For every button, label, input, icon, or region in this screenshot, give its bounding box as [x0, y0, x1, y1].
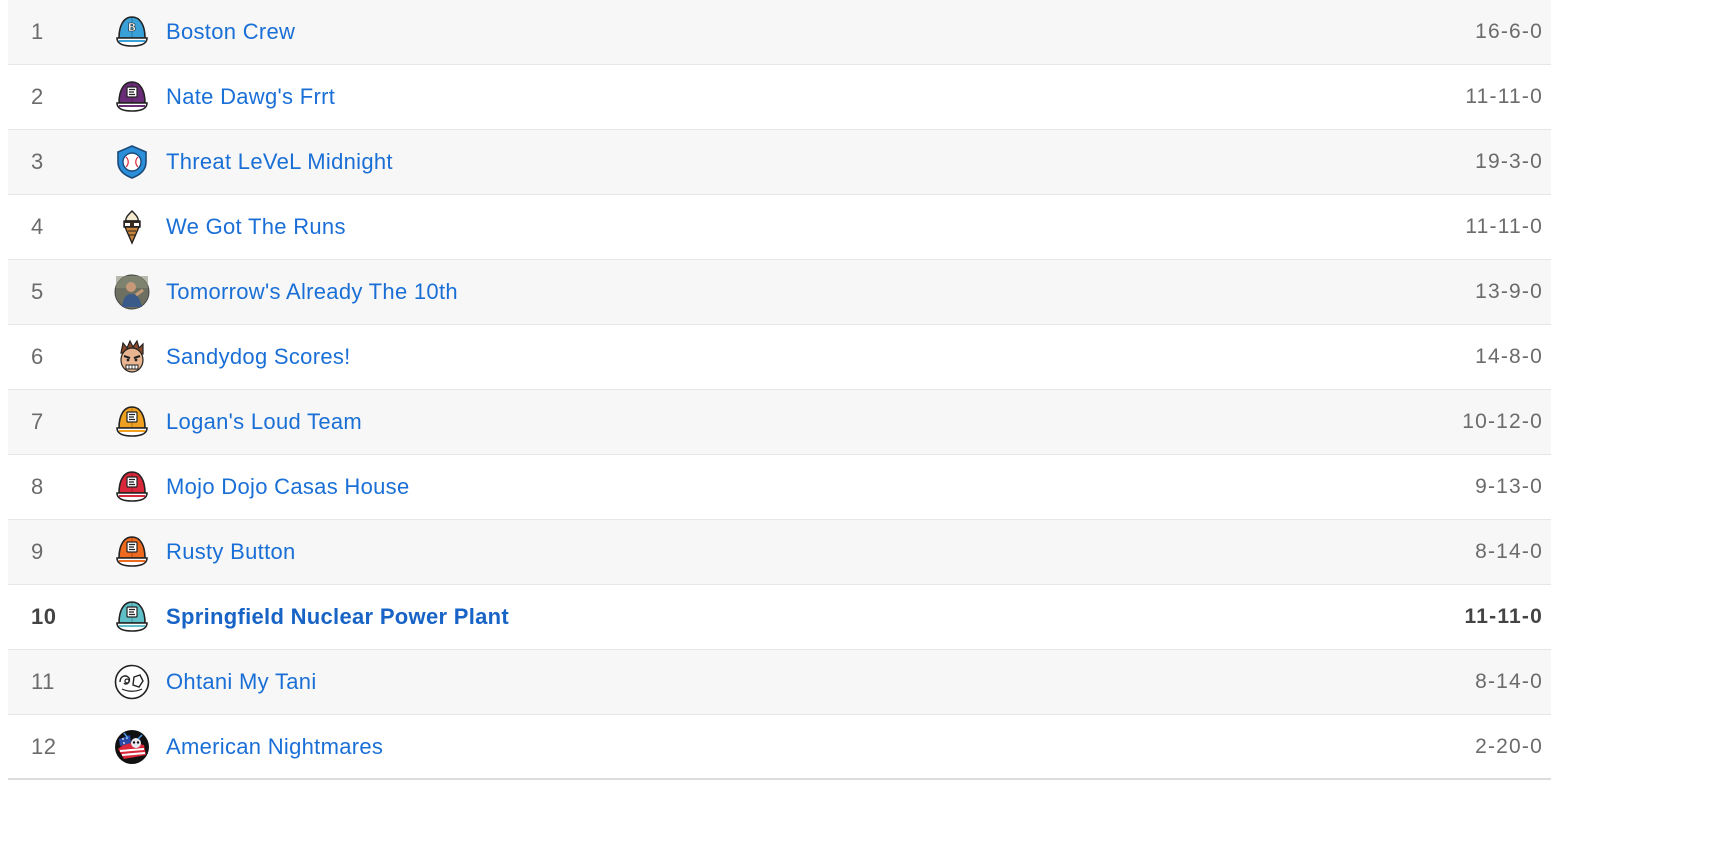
rank: 6 — [31, 344, 44, 369]
face-avatar-icon[interactable] — [114, 339, 150, 375]
flag-skull-icon[interactable] — [114, 729, 150, 765]
table-row: 6 Sandydog Scores! 14-8-0 — [8, 325, 1551, 390]
table-row: 5 Tomorrow's Already The 10th 13-9-0 — [8, 260, 1551, 325]
rank: 5 — [31, 279, 44, 304]
record: 10-12-0 — [1462, 410, 1543, 433]
table-row: 11 Ohtani My Tani 8-14-0 — [8, 650, 1551, 715]
table-row: 12 American Nightmares 2-20-0 — [8, 715, 1551, 780]
team-link[interactable]: Logan's Loud Team — [166, 409, 362, 435]
table-row: 8 Mojo Dojo Casas House 9-13-0 — [8, 455, 1551, 520]
rank: 4 — [31, 214, 44, 239]
rank: 2 — [31, 84, 44, 109]
team-link[interactable]: Rusty Button — [166, 539, 296, 565]
record: 11-11-0 — [1465, 85, 1543, 108]
team-link[interactable]: Threat LeVeL Midnight — [166, 149, 393, 175]
team-link[interactable]: Springfield Nuclear Power Plant — [166, 604, 509, 630]
rank: 1 — [31, 19, 44, 44]
photo-avatar-icon[interactable] — [114, 274, 150, 310]
table-row: 1 B Boston Crew 16-6-0 — [8, 0, 1551, 65]
table-row-my-team: 10 Springfield Nuclear Power Plant 11-11… — [8, 585, 1551, 650]
record: 11-11-0 — [1465, 215, 1543, 238]
rank: 8 — [31, 474, 44, 499]
record: 19-3-0 — [1475, 150, 1543, 173]
cap-b-icon[interactable]: B — [114, 14, 150, 50]
line-art-icon[interactable] — [114, 664, 150, 700]
record: 8-14-0 — [1475, 670, 1543, 693]
team-link[interactable]: Mojo Dojo Casas House — [166, 474, 410, 500]
rank: 3 — [31, 149, 44, 174]
rank: 9 — [31, 539, 44, 564]
cap-icon[interactable] — [114, 469, 150, 505]
standings-table: 1 B Boston Crew 16-6-0 2 Nate Dawg's Frr… — [8, 0, 1551, 780]
record: 8-14-0 — [1475, 540, 1543, 563]
rank: 7 — [31, 409, 44, 434]
svg-text:B: B — [128, 21, 136, 34]
record: 13-9-0 — [1475, 280, 1543, 303]
cap-icon[interactable] — [114, 404, 150, 440]
ice-cream-icon[interactable] — [114, 209, 150, 245]
record: 9-13-0 — [1475, 475, 1543, 498]
table-row: 7 Logan's Loud Team 10-12-0 — [8, 390, 1551, 455]
record: 2-20-0 — [1475, 734, 1543, 758]
cap-icon[interactable] — [114, 599, 150, 635]
table-row: 2 Nate Dawg's Frrt 11-11-0 — [8, 65, 1551, 130]
rank: 12 — [31, 733, 57, 759]
record: 11-11-0 — [1464, 605, 1543, 628]
baseball-shield-icon[interactable] — [114, 144, 150, 180]
cap-icon[interactable] — [114, 79, 150, 115]
table-row: 4 We Got The Runs 11-11-0 — [8, 195, 1551, 260]
rank: 11 — [31, 669, 55, 694]
team-link[interactable]: Tomorrow's Already The 10th — [166, 279, 458, 305]
rank: 10 — [31, 604, 57, 629]
team-link[interactable]: Nate Dawg's Frrt — [166, 84, 335, 110]
cap-icon[interactable] — [114, 534, 150, 570]
record: 14-8-0 — [1475, 345, 1543, 368]
table-row: 3 Threat LeVeL Midnight 19-3-0 — [8, 130, 1551, 195]
record: 16-6-0 — [1475, 20, 1543, 43]
team-link[interactable]: Sandydog Scores! — [166, 344, 351, 370]
table-row: 9 Rusty Button 8-14-0 — [8, 520, 1551, 585]
team-link[interactable]: We Got The Runs — [166, 214, 346, 240]
team-link[interactable]: Ohtani My Tani — [166, 669, 317, 695]
team-link[interactable]: American Nightmares — [166, 734, 383, 760]
team-link[interactable]: Boston Crew — [166, 19, 295, 45]
